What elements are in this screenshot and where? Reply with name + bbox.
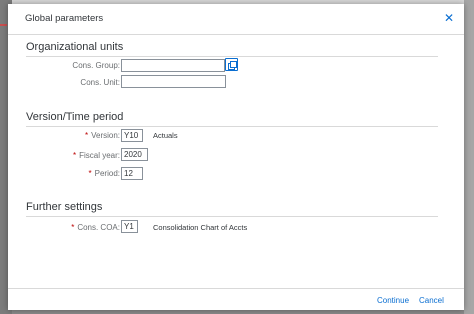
period-input[interactable] xyxy=(121,167,143,180)
fiscal-year-input[interactable] xyxy=(121,148,148,161)
cons-coa-input[interactable] xyxy=(121,220,138,233)
required-marker: * xyxy=(72,151,77,160)
period-label-text: Period: xyxy=(94,169,120,178)
cons-group-input[interactable] xyxy=(121,59,225,72)
section-title-version-time-period: Version/Time period xyxy=(26,111,124,123)
background-panel-right xyxy=(464,0,474,314)
version-input[interactable] xyxy=(121,129,143,142)
dialog-header: Global parameters ✕ xyxy=(8,4,464,35)
dialog-footer: Continue Cancel xyxy=(8,288,464,311)
dialog-title: Global parameters xyxy=(25,13,104,24)
cons-unit-label: Cons. Unit: xyxy=(80,78,120,87)
background-marker xyxy=(0,24,7,26)
cons-group-label: Cons. Group: xyxy=(72,61,120,70)
cons-unit-input[interactable] xyxy=(121,75,226,88)
version-label-text: Version: xyxy=(91,131,120,140)
cons-coa-label: * Cons. COA: xyxy=(10,223,120,232)
section-divider xyxy=(26,56,438,57)
section-title-further-settings: Further settings xyxy=(26,201,103,213)
section-divider xyxy=(26,126,438,127)
period-label: * Period: xyxy=(10,169,120,178)
fiscal-year-label-text: Fiscal year: xyxy=(79,151,120,160)
version-label: * Version: xyxy=(10,131,120,140)
fiscal-year-label: * Fiscal year: xyxy=(10,151,120,160)
cons-coa-label-text: Cons. COA: xyxy=(77,223,120,232)
close-icon[interactable]: ✕ xyxy=(442,11,456,25)
continue-button[interactable]: Continue xyxy=(377,296,409,305)
required-marker: * xyxy=(71,223,75,232)
required-marker: * xyxy=(84,131,89,140)
cons-coa-description: Consolidation Chart of Accts xyxy=(153,223,248,232)
required-marker: * xyxy=(88,169,92,178)
section-divider xyxy=(26,216,438,217)
version-description: Actuals xyxy=(153,131,178,140)
section-title-organizational-units: Organizational units xyxy=(26,41,124,53)
global-parameters-dialog: Global parameters ✕ Organizational units… xyxy=(8,4,464,310)
cancel-button[interactable]: Cancel xyxy=(419,296,444,305)
value-help-icon[interactable] xyxy=(225,58,238,71)
